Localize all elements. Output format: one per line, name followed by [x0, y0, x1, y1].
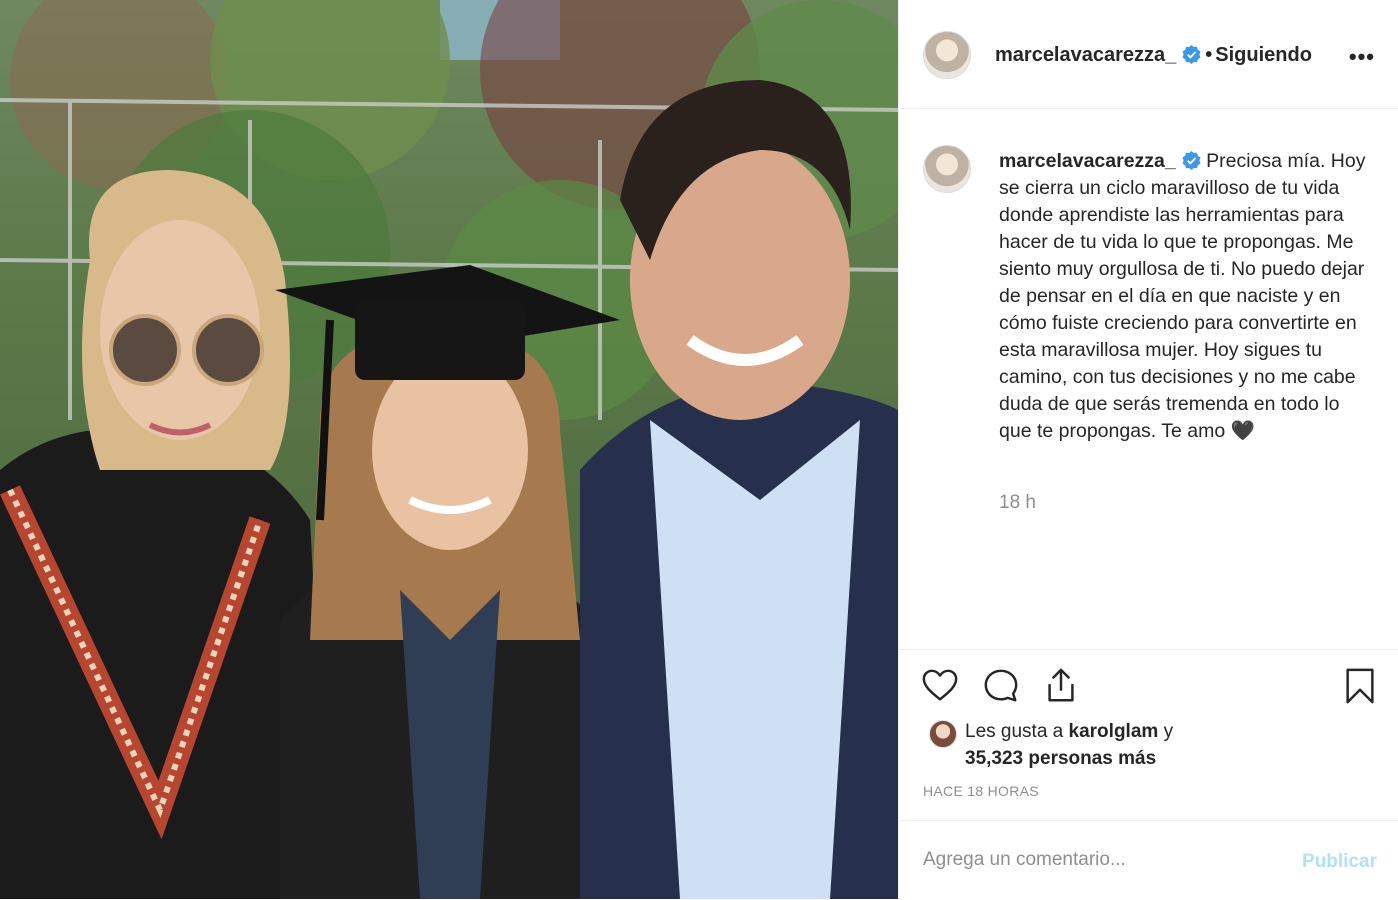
publish-button[interactable]: Publicar [1302, 851, 1377, 873]
post-photo[interactable] [0, 0, 898, 899]
likes-prefix: Les gusta a [965, 721, 1064, 742]
author-username[interactable]: marcelavacarezza_ [995, 44, 1176, 66]
liker-avatar[interactable] [929, 720, 957, 748]
author-avatar[interactable] [923, 31, 971, 79]
post-caption: marcelavacarezza_ Preciosa mía. Hoy se c… [999, 148, 1374, 445]
caption-author-avatar[interactable] [923, 145, 971, 193]
posted-time[interactable]: Hace 18 horas [923, 783, 1039, 799]
post-header: marcelavacarezza_ • Siguiendo ••• [899, 0, 1398, 109]
more-options-icon[interactable]: ••• [1349, 44, 1375, 70]
likes-line-1: Les gusta a karolglam y [965, 718, 1173, 745]
liker-username[interactable]: karolglam [1069, 721, 1159, 742]
caption-text: Preciosa mía. Hoy se cierra un ciclo mar… [999, 150, 1366, 442]
verified-badge-icon [1182, 151, 1201, 170]
add-comment-section: Publicar [899, 820, 1398, 900]
likes-count[interactable]: 35,323 personas más [965, 745, 1156, 772]
follow-status-button[interactable]: Siguiendo [1215, 44, 1312, 66]
post-photo-illustration [0, 0, 898, 899]
caption-time[interactable]: 18 h [999, 492, 1036, 514]
action-bar [899, 650, 1398, 722]
comments-area: marcelavacarezza_ Preciosa mía. Hoy se c… [899, 109, 1398, 650]
comment-icon[interactable] [982, 667, 1020, 705]
header-separator: • [1205, 44, 1213, 66]
bookmark-icon[interactable] [1341, 667, 1379, 705]
heart-icon[interactable] [921, 667, 959, 705]
likes-joiner: y [1163, 721, 1174, 742]
instagram-post-view: marcelavacarezza_ • Siguiendo ••• marcelav… [0, 0, 1398, 899]
share-icon[interactable] [1042, 667, 1080, 705]
caption-username[interactable]: marcelavacarezza_ [999, 150, 1176, 172]
post-side-panel: marcelavacarezza_ • Siguiendo ••• marcelav… [898, 0, 1398, 899]
verified-badge-icon [1182, 45, 1201, 64]
author-line: marcelavacarezza_ • Siguiendo [995, 44, 1312, 67]
comment-input[interactable] [923, 849, 1263, 871]
